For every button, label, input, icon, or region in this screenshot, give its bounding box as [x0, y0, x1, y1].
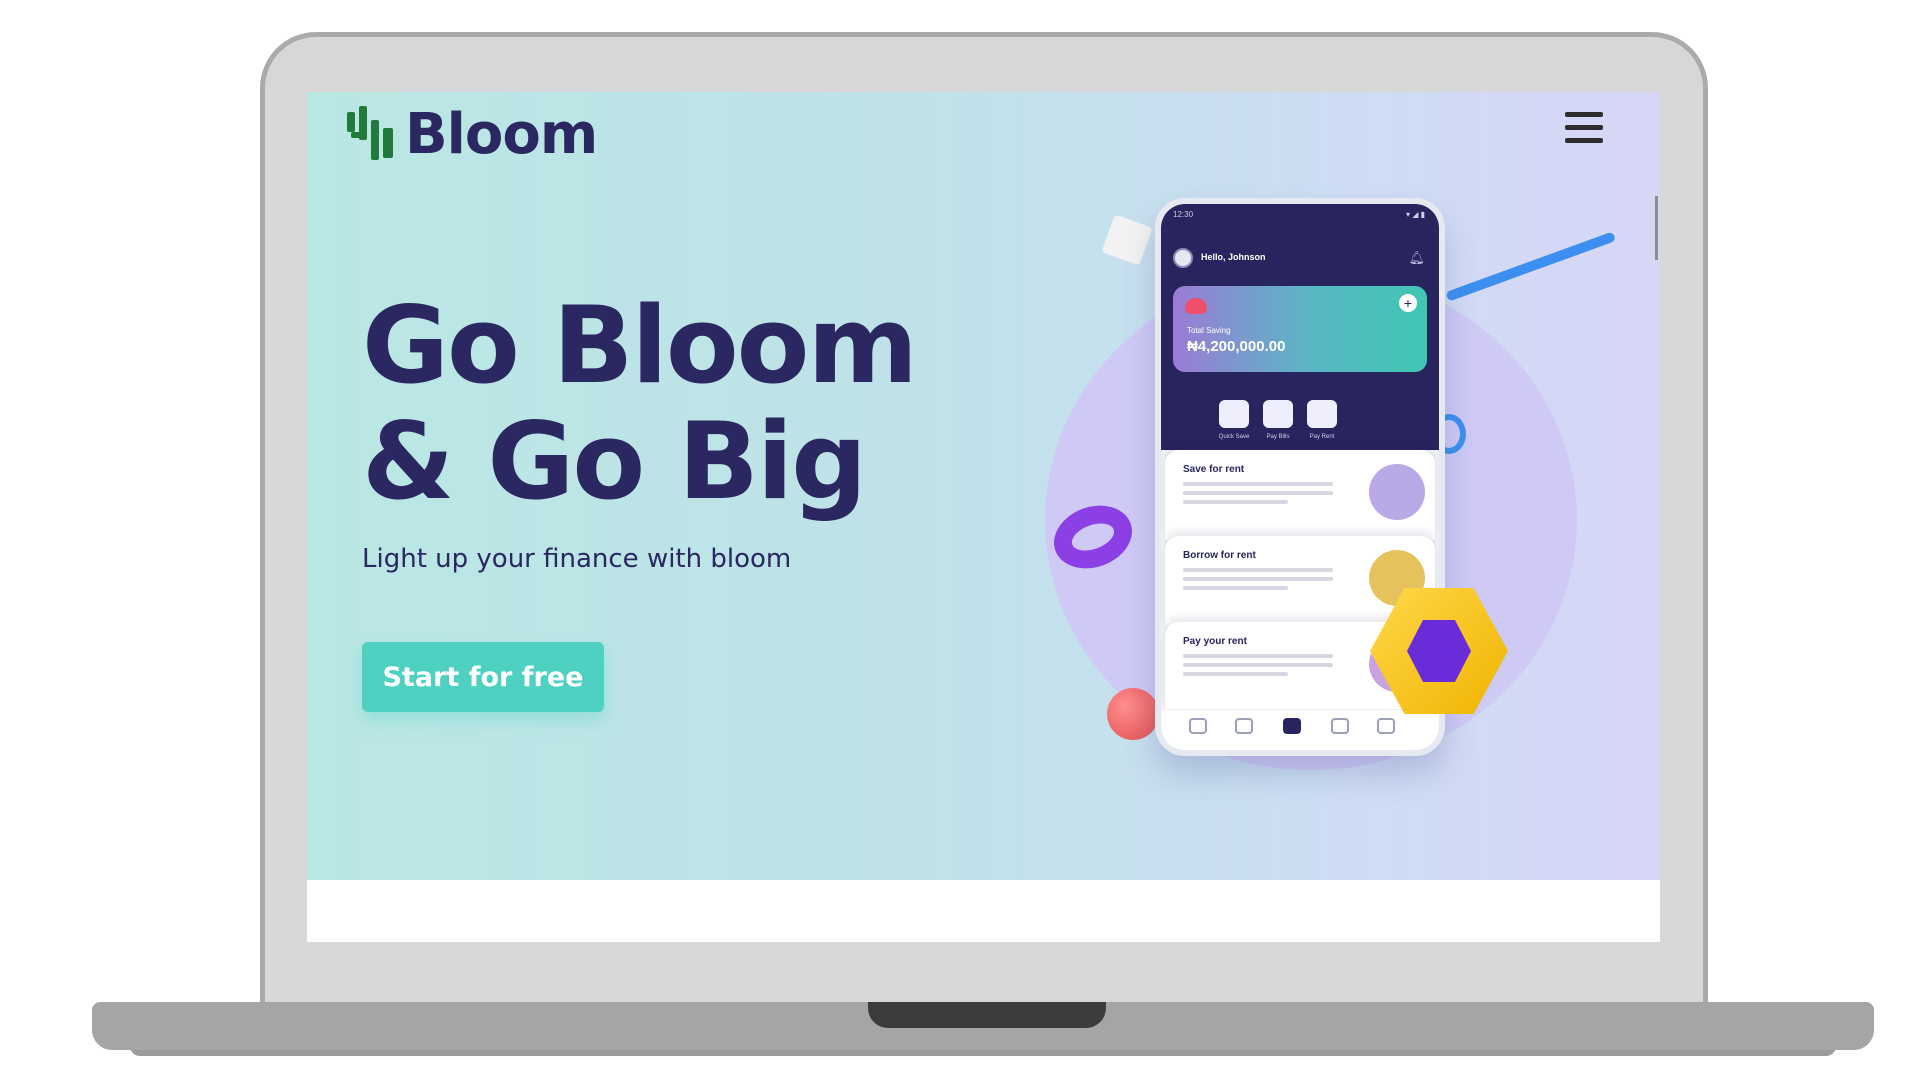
scrollbar[interactable]	[1655, 196, 1658, 260]
rent-card-title: Pay your rent	[1183, 636, 1247, 647]
pay-bills-icon	[1263, 400, 1293, 428]
brand-name: Bloom	[405, 102, 598, 167]
hero-headline-line-2: & Go Big	[362, 400, 867, 523]
bell-icon: 🔔︎	[1408, 250, 1425, 265]
rent-card-text	[1183, 482, 1333, 509]
phone-tab-bar	[1161, 709, 1439, 750]
brand-logo[interactable]: Bloom	[347, 102, 598, 167]
savings-card-label: Total Saving	[1187, 326, 1231, 335]
savings-card: + Total Saving ₦4,200,000.00	[1173, 286, 1427, 372]
hero-headline: Go Bloom & Go Big	[362, 284, 918, 523]
white-cube-shape	[1101, 214, 1153, 266]
purple-hexagon-shape	[1407, 620, 1471, 682]
savings-tab-icon	[1189, 718, 1207, 734]
red-ball-shape	[1107, 688, 1159, 740]
below-fold-section	[307, 880, 1660, 942]
rent-card-title: Borrow for rent	[1183, 550, 1256, 561]
hero-headline-line-1: Go Bloom	[362, 284, 918, 407]
laptop-notch	[868, 1002, 1106, 1028]
my-rent-tab-icon	[1235, 718, 1253, 734]
piggy-bank-illustration	[1369, 464, 1425, 520]
phone-greeting: Hello, Johnson	[1201, 252, 1266, 262]
blue-stick-shape	[1445, 231, 1616, 302]
quick-action-label: Pay Rent	[1309, 434, 1335, 440]
plus-icon: +	[1399, 294, 1417, 312]
rent-card-text	[1183, 654, 1333, 681]
quick-save-icon	[1219, 400, 1249, 428]
hamburger-menu-icon[interactable]	[1565, 112, 1603, 146]
bills-tab-icon	[1331, 718, 1349, 734]
start-for-free-button[interactable]: Start for free	[362, 642, 604, 712]
hero-subheadline: Light up your finance with bloom	[362, 544, 792, 574]
pay-rent-icon	[1307, 400, 1337, 428]
hero-section: 12:30 ▾ ◢ ▮ Hello, Johnson 🔔︎ + Total Sa…	[307, 92, 1660, 880]
bloom-logo-icon	[347, 105, 395, 164]
rent-card: Save for rent	[1165, 450, 1435, 540]
rent-card-title: Save for rent	[1183, 464, 1245, 475]
phone-status-icons: ▾ ◢ ▮	[1405, 210, 1425, 219]
quick-action-label: Quick Save	[1218, 434, 1250, 440]
laptop-screen: 12:30 ▾ ◢ ▮ Hello, Johnson 🔔︎ + Total Sa…	[307, 92, 1660, 942]
bloom-tab-icon	[1283, 718, 1301, 734]
rent-card-text	[1183, 568, 1333, 595]
piggy-icon	[1185, 298, 1207, 314]
avatar	[1173, 248, 1193, 268]
phone-status-time: 12:30	[1173, 210, 1194, 219]
phone-header-panel: 12:30 ▾ ◢ ▮ Hello, Johnson 🔔︎ + Total Sa…	[1161, 204, 1439, 450]
account-tab-icon	[1377, 718, 1395, 734]
savings-card-amount: ₦4,200,000.00	[1187, 338, 1286, 355]
quick-action-label: Pay Bills	[1266, 434, 1290, 440]
